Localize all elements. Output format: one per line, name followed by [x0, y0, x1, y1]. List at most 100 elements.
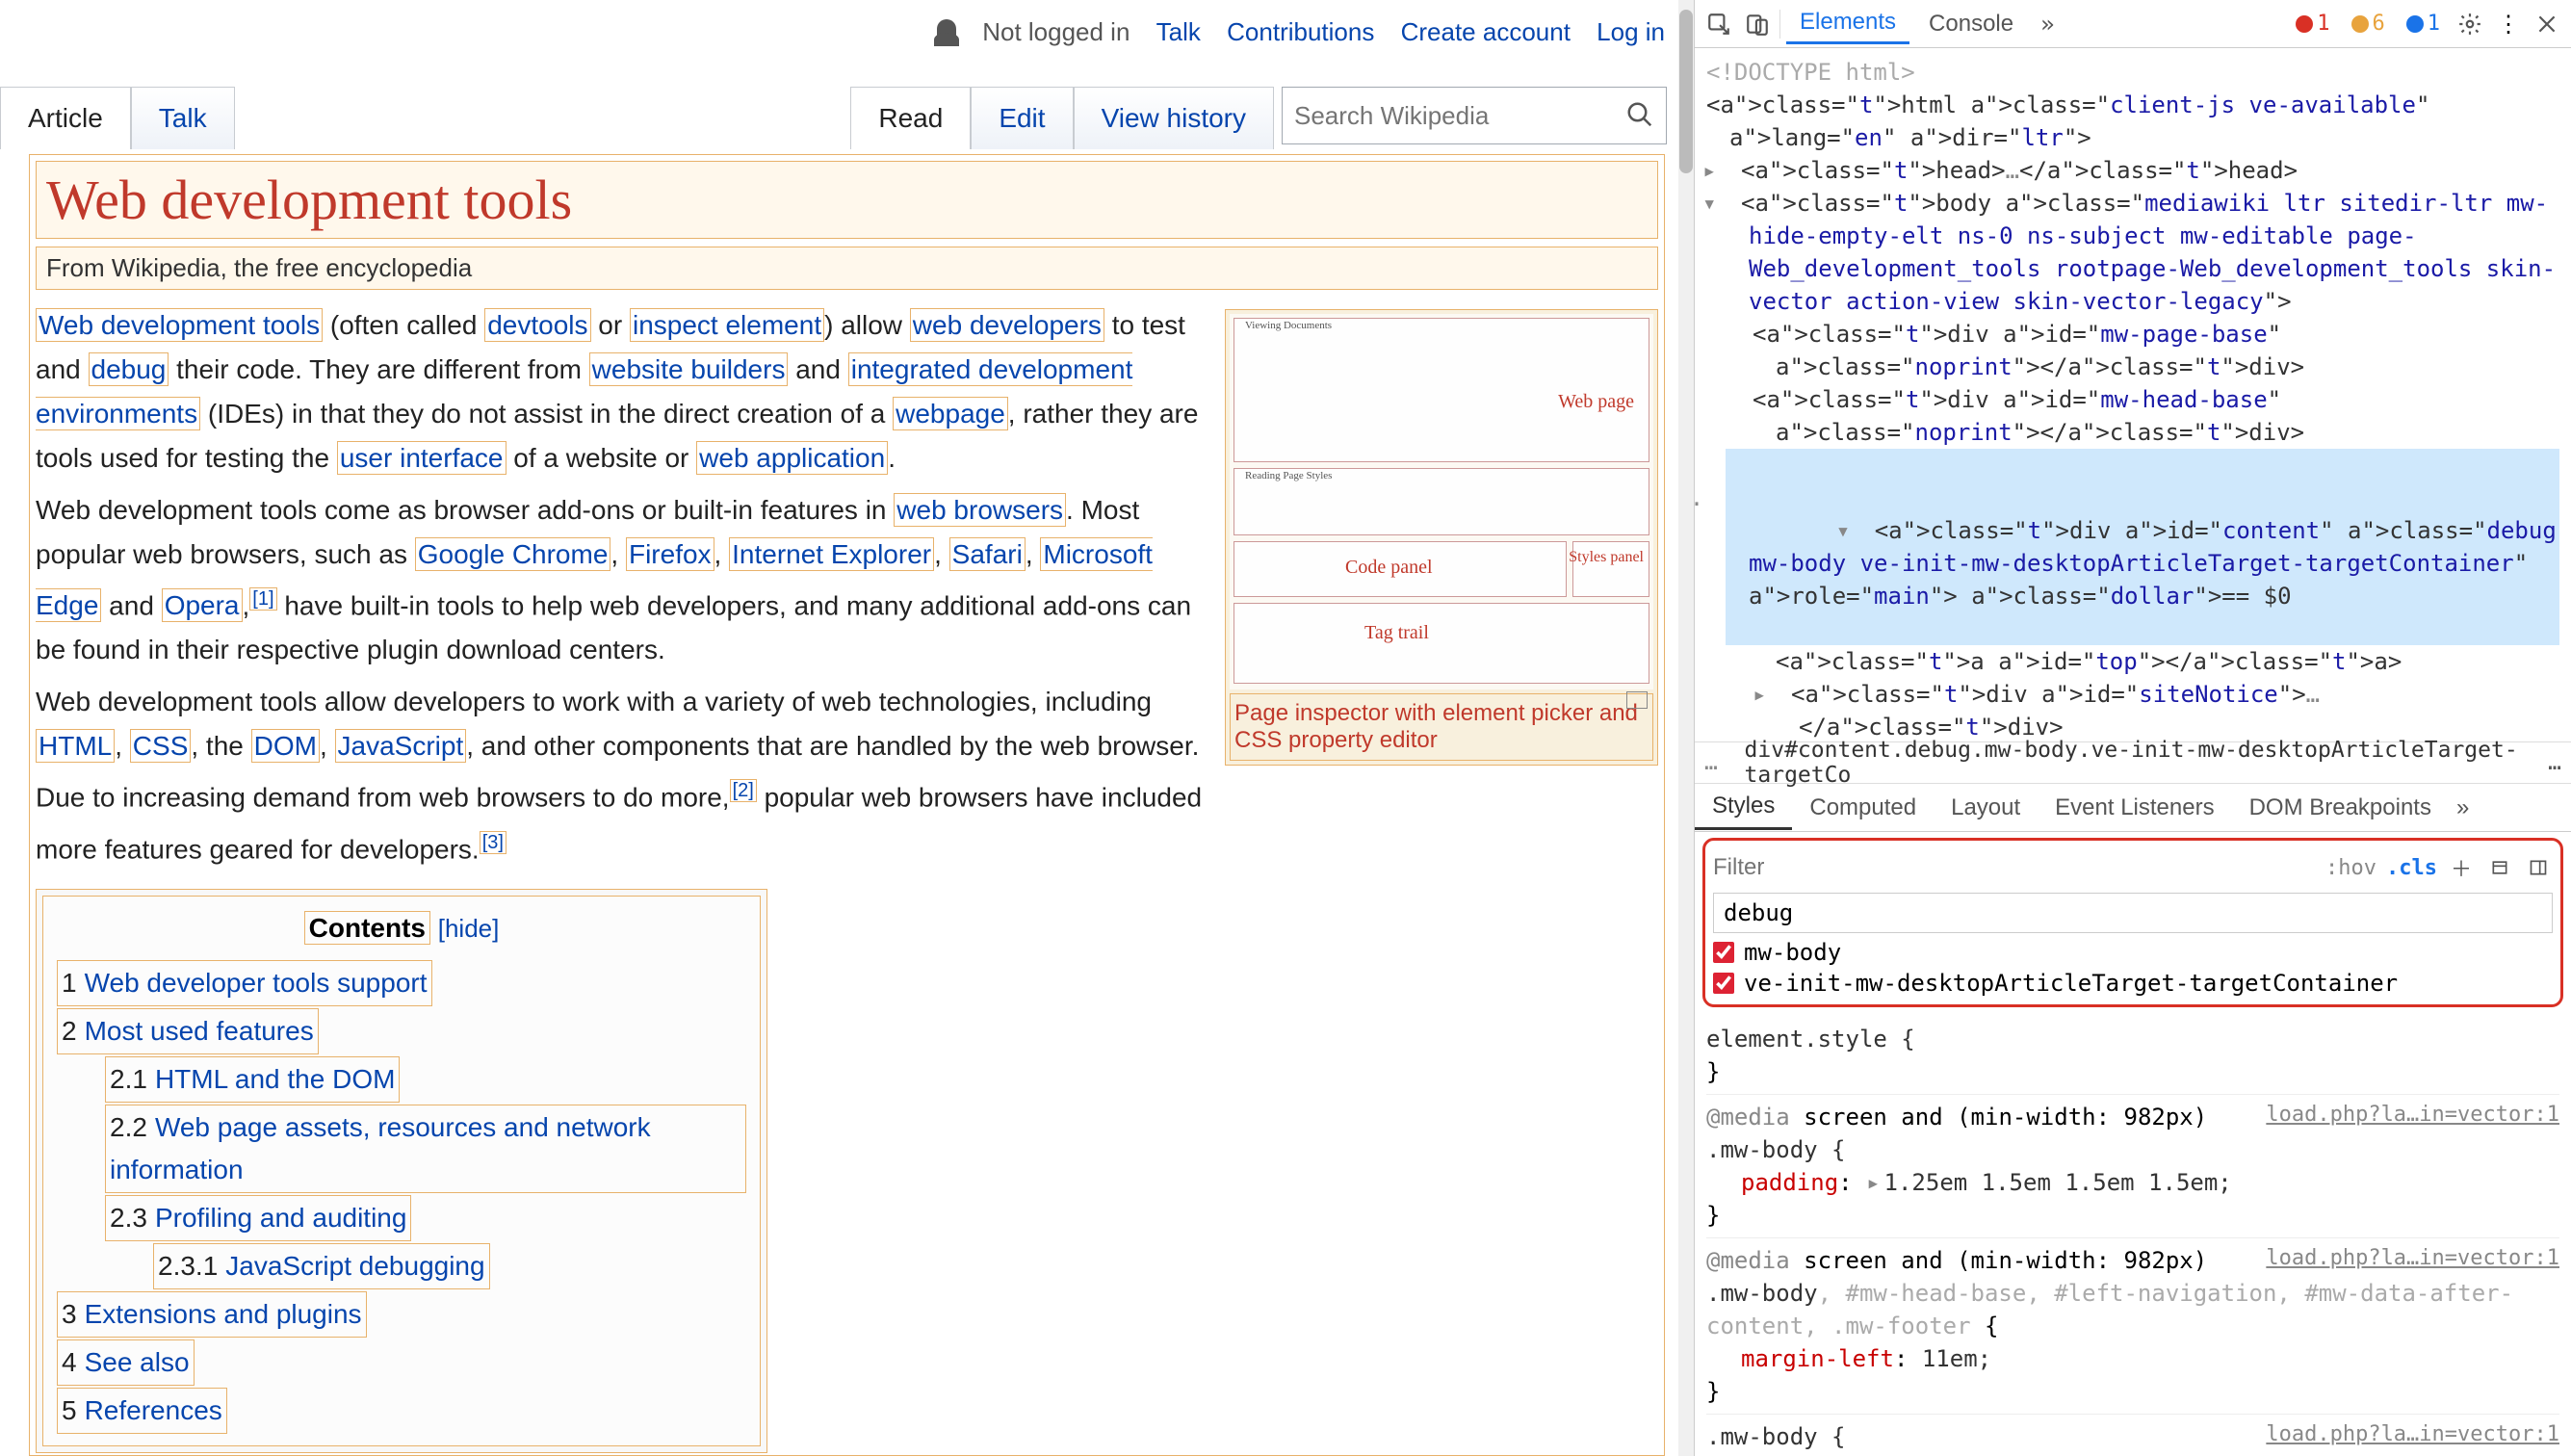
- link-safari[interactable]: Safari: [949, 537, 1026, 571]
- infobox-image[interactable]: Viewing Documents Web page Reading Page …: [1230, 314, 1653, 689]
- rule-element-style: element.style { }: [1706, 1017, 2559, 1095]
- tab-elements[interactable]: Elements: [1786, 3, 1909, 44]
- toc-item[interactable]: 2.2Web page assets, resources and networ…: [105, 1105, 746, 1193]
- user-icon: [937, 19, 956, 39]
- link-js[interactable]: JavaScript: [335, 729, 467, 763]
- content-body: Web development tools From Wikipedia, th…: [29, 154, 1665, 1456]
- link-webpage[interactable]: webpage: [893, 397, 1008, 430]
- toc-item[interactable]: 4See also: [57, 1339, 195, 1386]
- link-webapp[interactable]: web application: [696, 441, 888, 475]
- toc-hide-link[interactable]: [hide]: [438, 914, 500, 943]
- dom-sitenotice[interactable]: ▸<a">class="t">div a">id="siteNotice">…<…: [1776, 678, 2559, 741]
- settings-icon[interactable]: [2454, 8, 2486, 40]
- toc-item[interactable]: 5References: [57, 1388, 227, 1434]
- warning-badge[interactable]: 6: [2344, 10, 2393, 38]
- toc-item[interactable]: 2Most used features: [57, 1008, 319, 1054]
- link-ui[interactable]: user interface: [337, 441, 506, 475]
- rule-media-1: load.php?la…in=vector:1 @media screen an…: [1706, 1095, 2559, 1238]
- computed-styles-icon[interactable]: [2485, 853, 2514, 882]
- link-ie[interactable]: Internet Explorer: [729, 537, 934, 571]
- cls-toggle[interactable]: .cls: [2386, 856, 2437, 880]
- create-account-link[interactable]: Create account: [1401, 17, 1571, 46]
- devtools-toolbar: Elements Console » 1 6 1 ⋮: [1695, 0, 2571, 48]
- search-box[interactable]: [1282, 87, 1667, 144]
- ref-1[interactable]: [1]: [249, 587, 276, 611]
- link-dom[interactable]: DOM: [251, 729, 320, 763]
- page-scrollbar[interactable]: [1678, 0, 1694, 1456]
- tab-event-listeners[interactable]: Event Listeners: [2038, 787, 2231, 829]
- class-check-veinit[interactable]: ve-init-mw-desktopArticleTarget-targetCo…: [1713, 968, 2553, 999]
- tab-layout[interactable]: Layout: [1934, 787, 2038, 829]
- page-title: Web development tools: [46, 168, 1648, 232]
- search-icon[interactable]: [1625, 100, 1654, 132]
- contributions-link[interactable]: Contributions: [1227, 17, 1374, 46]
- tab-styles[interactable]: Styles: [1695, 785, 1792, 830]
- ref-3[interactable]: [3]: [480, 831, 506, 854]
- device-icon[interactable]: [1741, 8, 1774, 40]
- style-rules[interactable]: element.style { } load.php?la…in=vector:…: [1695, 1013, 2571, 1456]
- close-icon[interactable]: [2531, 8, 2563, 40]
- inspect-icon[interactable]: [1702, 8, 1735, 40]
- hov-toggle[interactable]: :hov: [2325, 856, 2376, 880]
- dom-tree[interactable]: <!DOCTYPE html> <a">class="t">html a">cl…: [1695, 48, 2571, 741]
- styles-tabs-overflow-icon[interactable]: »: [2449, 794, 2477, 821]
- ref-2[interactable]: [2]: [730, 779, 757, 802]
- info-badge[interactable]: 1: [2399, 10, 2448, 38]
- link-debug[interactable]: debug: [89, 352, 169, 386]
- styles-filter-input[interactable]: [1713, 854, 2316, 881]
- link-opera[interactable]: Opera: [162, 588, 243, 622]
- source-link[interactable]: load.php?la…in=vector:1: [2266, 1242, 2559, 1275]
- link-webdev[interactable]: web developers: [910, 308, 1104, 342]
- tab-dom-breakpoints[interactable]: DOM Breakpoints: [2232, 787, 2449, 829]
- tab-console[interactable]: Console: [1915, 5, 2027, 43]
- page-tabs: Article Talk Read Edit View history: [0, 87, 1667, 149]
- tab-computed[interactable]: Computed: [1792, 787, 1934, 829]
- dom-html[interactable]: <a">class="t">html a">class="client-js v…: [1706, 89, 2559, 154]
- link-css[interactable]: CSS: [130, 729, 192, 763]
- toc-item[interactable]: 2.3Profiling and auditing: [105, 1195, 411, 1241]
- tab-edit[interactable]: Edit: [971, 87, 1073, 149]
- add-class-input[interactable]: [1713, 893, 2553, 933]
- link-inspect[interactable]: inspect element: [630, 308, 824, 342]
- source-link[interactable]: load.php?la…in=vector:1: [2266, 1099, 2559, 1131]
- search-input[interactable]: [1294, 101, 1625, 131]
- login-link[interactable]: Log in: [1597, 17, 1665, 46]
- dom-body[interactable]: ▾<a">class="t">body a">class="mediawiki …: [1726, 187, 2559, 318]
- tab-talk[interactable]: Talk: [131, 87, 235, 149]
- expand-icon[interactable]: [1626, 691, 1648, 709]
- tab-article[interactable]: Article: [0, 87, 131, 149]
- dom-breadcrumb[interactable]: … div#content.debug.mw-body.ve-init-mw-d…: [1695, 741, 2571, 784]
- link-html[interactable]: HTML: [36, 729, 115, 763]
- toc-item[interactable]: 1Web developer tools support: [57, 960, 432, 1006]
- dom-head[interactable]: ▸<a">class="t">head>…</a">class="t">head…: [1726, 154, 2559, 187]
- devtools-panel: Elements Console » 1 6 1 ⋮ <!DOCTYPE htm…: [1695, 0, 2571, 1456]
- dom-content-selected[interactable]: … ▾<a">class="t">div a">id="content" a">…: [1726, 449, 2559, 645]
- tab-read[interactable]: Read: [850, 87, 971, 149]
- dom-headbase[interactable]: <a">class="t">div a">id="mw-head-base" a…: [1753, 383, 2559, 449]
- dom-doctype[interactable]: <!DOCTYPE html>: [1706, 56, 2559, 89]
- page-subtitle: From Wikipedia, the free encyclopedia: [46, 253, 472, 282]
- rule-media-2: load.php?la…in=vector:1 @media screen an…: [1706, 1238, 2559, 1415]
- link-wdt[interactable]: Web development tools: [36, 308, 323, 342]
- toggle-sidebar-icon[interactable]: [2524, 853, 2553, 882]
- new-rule-icon[interactable]: ＋: [2447, 853, 2476, 882]
- link-devtools[interactable]: devtools: [484, 308, 590, 342]
- title-bar: Web development tools: [36, 161, 1658, 239]
- tab-view-history[interactable]: View history: [1074, 87, 1274, 149]
- toc-item[interactable]: 3Extensions and plugins: [57, 1291, 367, 1338]
- source-link[interactable]: load.php?la…in=vector:1: [2266, 1418, 2559, 1451]
- dom-pagebase[interactable]: <a">class="t">div a">id="mw-page-base" a…: [1753, 318, 2559, 383]
- talk-link[interactable]: Talk: [1156, 17, 1201, 46]
- class-check-mwbody[interactable]: mw-body: [1713, 937, 2553, 968]
- toc-item[interactable]: 2.1HTML and the DOM: [105, 1056, 400, 1103]
- link-firefox[interactable]: Firefox: [626, 537, 714, 571]
- more-icon[interactable]: ⋮: [2492, 8, 2525, 40]
- error-badge[interactable]: 1: [2288, 10, 2337, 38]
- dom-atop[interactable]: <a">class="t">a a">id="top"></a">class="…: [1776, 645, 2559, 678]
- link-chrome[interactable]: Google Chrome: [415, 537, 611, 571]
- toc-list: 1Web developer tools support2Most used f…: [57, 960, 746, 1436]
- link-browsers[interactable]: web browsers: [894, 493, 1066, 527]
- toc-item[interactable]: 2.3.1JavaScript debugging: [153, 1243, 490, 1289]
- tabs-overflow-icon[interactable]: »: [2033, 11, 2062, 38]
- link-builders[interactable]: website builders: [589, 352, 789, 386]
